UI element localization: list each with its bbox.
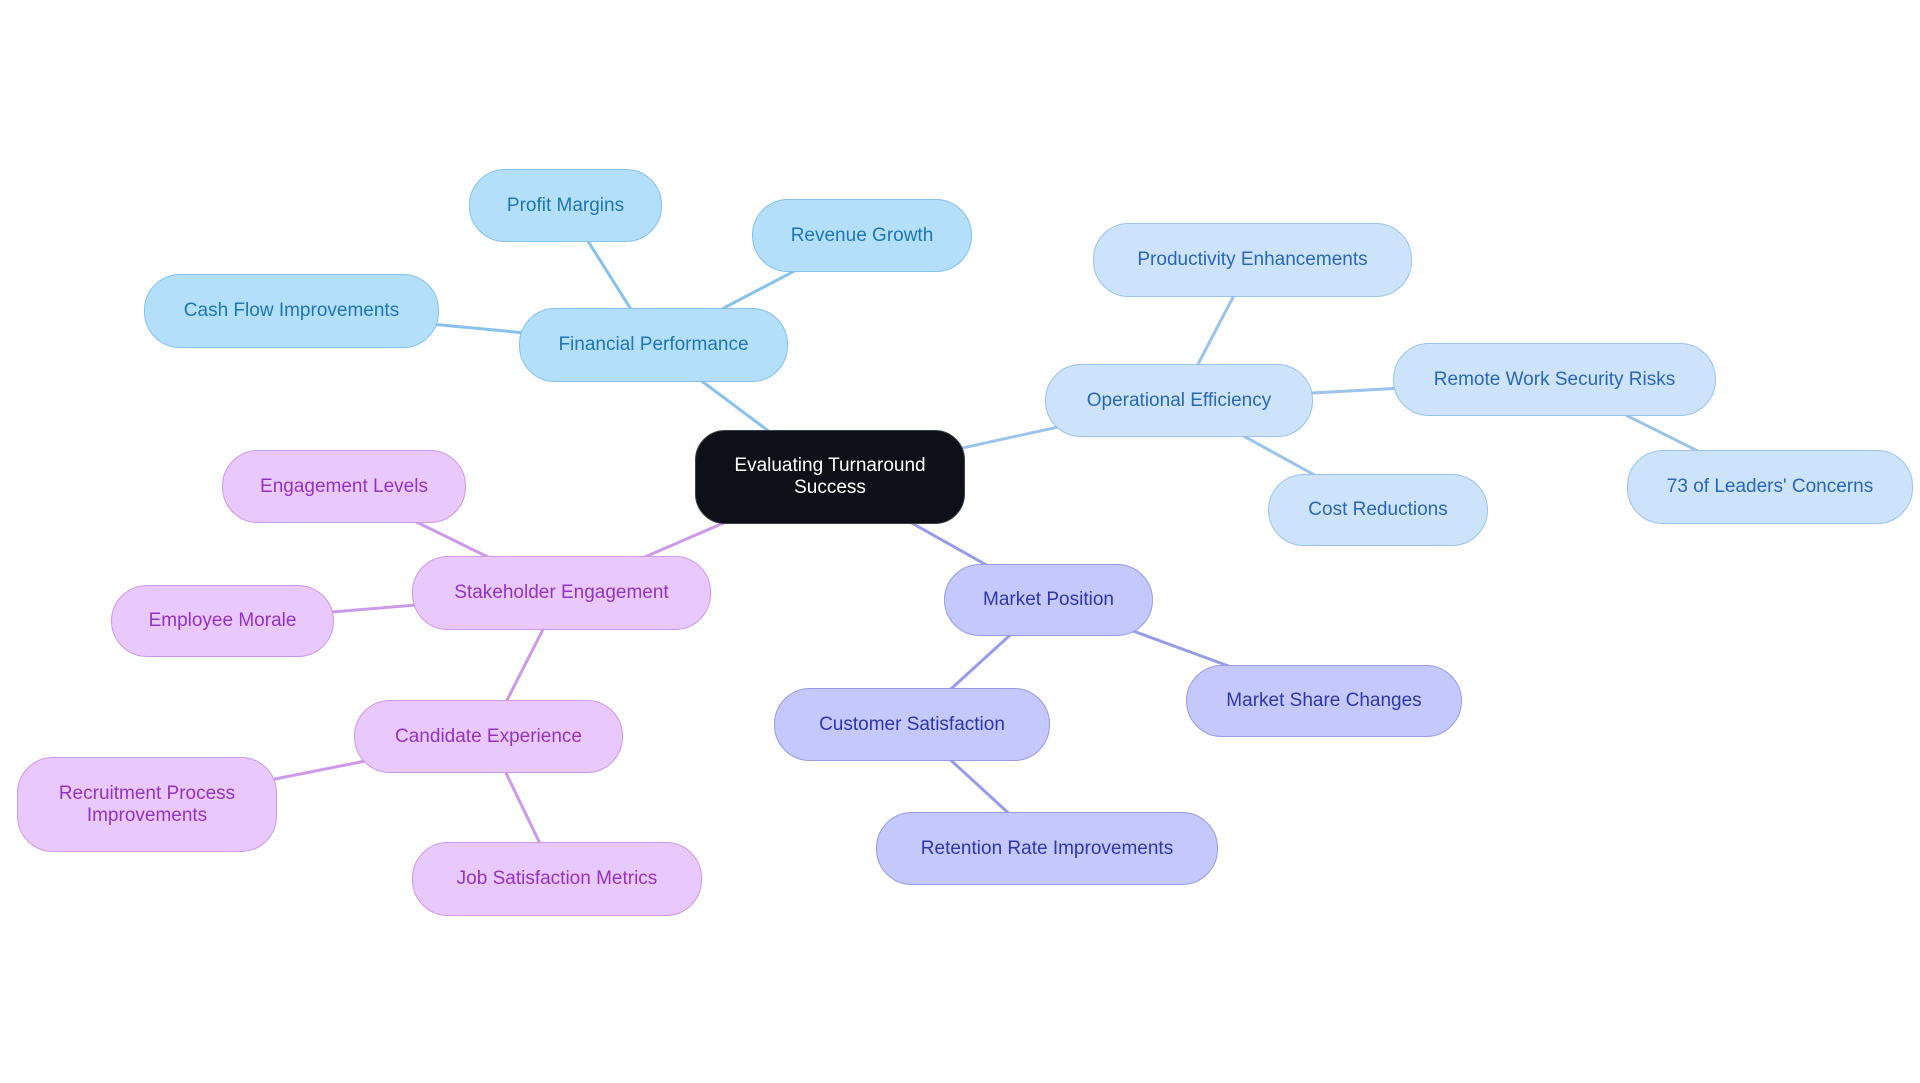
node-market-share-changes[interactable]: Market Share Changes [1186,665,1462,737]
node-market-position[interactable]: Market Position [944,564,1153,636]
node-productivity-enhancements[interactable]: Productivity Enhancements [1093,223,1412,297]
node-job-satisfaction-metrics[interactable]: Job Satisfaction Metrics [412,842,702,916]
node-cost-reductions[interactable]: Cost Reductions [1268,474,1488,546]
node-remote-work-security-risks[interactable]: Remote Work Security Risks [1393,343,1716,416]
node-engagement-levels[interactable]: Engagement Levels [222,450,466,523]
root-node[interactable]: Evaluating Turnaround Success [695,430,965,524]
node-cash-flow-improvements[interactable]: Cash Flow Improvements [144,274,439,348]
node-candidate-experience[interactable]: Candidate Experience [354,700,623,773]
node-recruitment-process-improvements[interactable]: Recruitment Process Improvements [17,757,277,852]
node-profit-margins[interactable]: Profit Margins [469,169,662,242]
node-revenue-growth[interactable]: Revenue Growth [752,199,972,272]
node-customer-satisfaction[interactable]: Customer Satisfaction [774,688,1050,761]
connector-layer [146,204,1771,880]
node-retention-rate-improvements[interactable]: Retention Rate Improvements [876,812,1218,885]
node-leaders-concerns[interactable]: 73 of Leaders' Concerns [1627,450,1913,524]
node-stakeholder-engagement[interactable]: Stakeholder Engagement [412,556,711,630]
node-employee-morale[interactable]: Employee Morale [111,585,334,657]
node-operational-efficiency[interactable]: Operational Efficiency [1045,364,1313,437]
node-financial-performance[interactable]: Financial Performance [519,308,788,382]
